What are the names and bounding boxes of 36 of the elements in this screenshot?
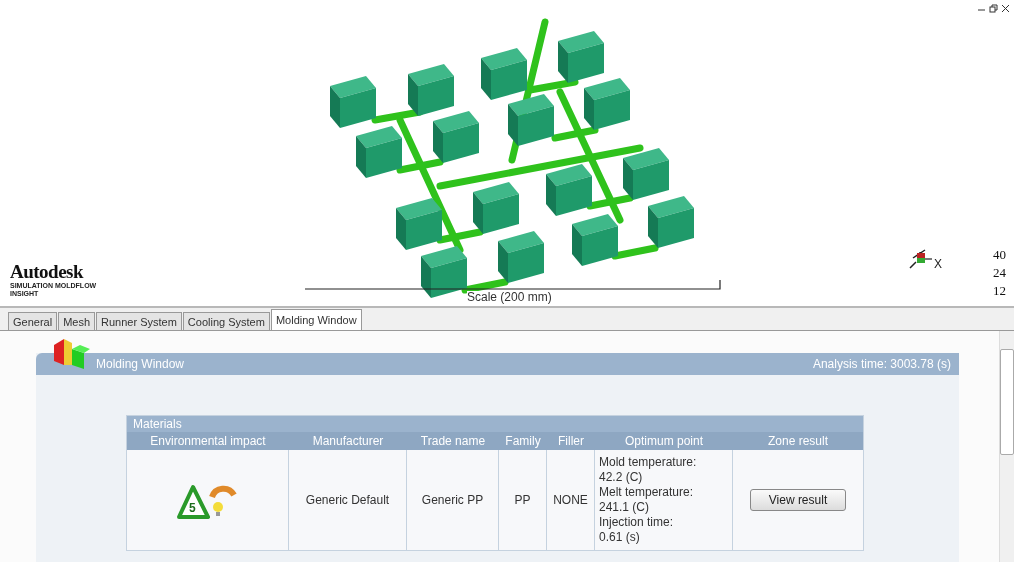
column-header: Family	[499, 432, 547, 450]
tab[interactable]: General	[8, 312, 58, 330]
logo-wordmark: Autodesk	[10, 262, 85, 282]
tab[interactable]: Molding Window	[270, 309, 362, 330]
restore-icon[interactable]	[989, 4, 998, 13]
ruler-number: 24	[993, 265, 1006, 281]
column-header: Zone result	[733, 432, 863, 450]
column-header: Optimum point	[595, 432, 733, 450]
column-header: Filler	[547, 432, 595, 450]
optimum-line: Mold temperature:	[599, 455, 698, 470]
ruler-number: 40	[993, 247, 1006, 263]
tab[interactable]: Cooling System	[182, 312, 270, 330]
table-cell: Generic Default	[289, 450, 407, 550]
analysis-time: Analysis time: 3003.78 (s)	[812, 357, 951, 371]
optimum-line: Melt temperature:	[599, 485, 695, 500]
view-result-button[interactable]: View result	[749, 489, 847, 511]
scale-label: Scale (200 mm)	[467, 291, 552, 304]
axis-triad-icon	[909, 249, 933, 269]
column-header: Trade name	[407, 432, 499, 450]
ruler-number: 12	[993, 283, 1006, 299]
table-cell: NONE	[547, 450, 595, 550]
panel-title: Molding Window	[96, 357, 185, 371]
optimum-line: Injection time:	[599, 515, 675, 530]
tab[interactable]: Mesh	[58, 312, 96, 330]
tab[interactable]: Runner System	[96, 312, 182, 330]
axis-label: X	[934, 257, 942, 271]
optimum-line: 241.1 (C)	[599, 500, 651, 515]
table-title: Materials	[127, 416, 863, 432]
table-cell: Generic PP	[407, 450, 499, 550]
scrollbar[interactable]	[999, 331, 1014, 562]
optimum-line: 0.61 (s)	[599, 530, 641, 545]
optimum-line: 42.2 (C)	[599, 470, 644, 485]
column-header: Environmental impact	[127, 432, 289, 450]
table-cell: PP	[499, 450, 547, 550]
close-icon[interactable]	[1001, 4, 1010, 13]
column-header: Manufacturer	[289, 432, 407, 450]
